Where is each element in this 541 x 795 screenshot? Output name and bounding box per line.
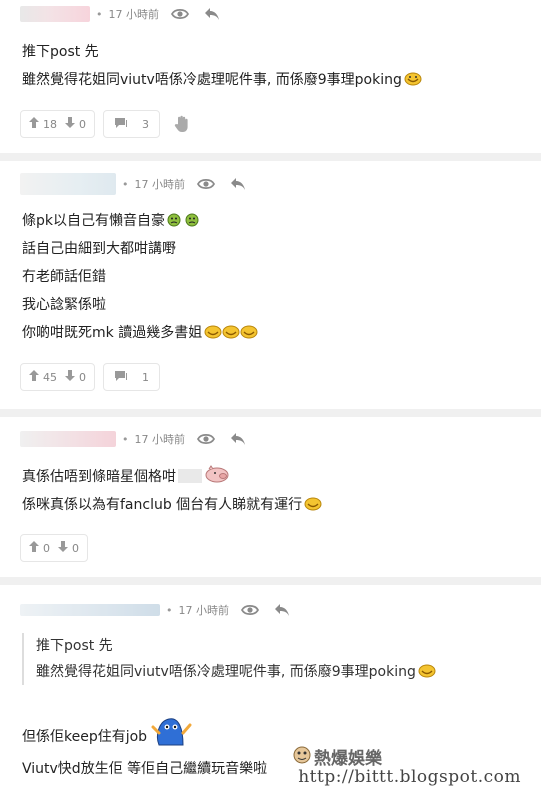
laughing-emoji-icon (222, 321, 240, 339)
separator-dot: • (122, 432, 129, 446)
downvote-count: 0 (72, 541, 79, 555)
laughing-emoji-icon (204, 321, 222, 339)
separator-dot: • (122, 177, 129, 191)
comment-line: 推下post 先 (22, 44, 99, 60)
username-blurred[interactable] (20, 604, 160, 616)
comment-line: 雖然覺得花姐同viutv唔係冷處理呢件事, 而係廢9事理poking (22, 66, 422, 94)
reply-arrow-icon[interactable] (201, 4, 223, 24)
upvote-count: 45 (43, 370, 57, 384)
laughing-emoji-icon (240, 321, 258, 339)
pig-emoji-icon (204, 465, 230, 483)
redacted-blur (178, 469, 202, 483)
emoji-icon (404, 68, 422, 86)
laughing-emoji-icon (418, 661, 436, 678)
comment-line: 真係估唔到條暗星個格咁 (22, 463, 320, 491)
eye-icon[interactable] (195, 429, 217, 449)
comment-meta: • 17 小時前 (20, 600, 293, 620)
timestamp: 17 小時前 (178, 604, 230, 617)
eye-icon[interactable] (239, 600, 261, 620)
reply-count-button[interactable]: 3 (103, 110, 160, 138)
divider (0, 153, 541, 161)
comment-meta: • 17 小時前 (20, 429, 249, 449)
reply-arrow-icon[interactable] (227, 174, 249, 194)
upvote-count: 0 (43, 541, 50, 555)
comment-actions: 45 0 1 (20, 363, 160, 391)
comment-body: 但係佢keep住有job Viutv快d放生佢 等佢自己繼續玩音樂啦 (22, 715, 267, 785)
laughing-emoji-icon (304, 493, 322, 511)
sick-emoji-icon (167, 209, 183, 227)
downvote-count: 0 (79, 370, 86, 384)
username-blurred[interactable] (20, 431, 116, 447)
username-blurred[interactable] (20, 6, 90, 22)
divider (0, 577, 541, 585)
arrow-up-icon[interactable] (29, 541, 39, 555)
quote-line: 推下post 先 (36, 638, 113, 654)
arrow-down-icon[interactable] (65, 370, 75, 384)
timestamp: 17 小時前 (134, 178, 186, 191)
vote-box: 0 0 (20, 534, 88, 562)
chat-bubble-icon (114, 117, 128, 132)
eye-icon[interactable] (195, 174, 217, 194)
comment-line: 你啲咁既死mk 讀過幾多書姐 (22, 319, 258, 347)
comment-1: • 17 小時前 推下post 先 雖然覺得花姐同viutv唔係冷處理呢件事, … (0, 0, 541, 153)
arrow-up-icon[interactable] (29, 370, 39, 384)
separator-dot: • (96, 7, 103, 21)
arrow-down-icon[interactable] (58, 541, 68, 555)
reply-arrow-icon[interactable] (271, 600, 293, 620)
reply-count: 1 (142, 370, 149, 384)
username-blurred[interactable] (20, 173, 116, 195)
watermark-url: http://bittt.blogspot.com (298, 767, 521, 787)
comment-line: 但係佢keep住有job (22, 715, 267, 753)
comment-actions: 18 0 3 (20, 110, 196, 138)
quoted-comment: 推下post 先 雖然覺得花姐同viutv唔係冷處理呢件事, 而係廢9事理pok… (22, 633, 436, 685)
sick-emoji-icon (185, 209, 201, 227)
comment-3: • 17 小時前 真係估唔到條暗星個格咁 係咪真係以為有fanclub 個台有人… (0, 417, 541, 577)
vote-box: 45 0 (20, 363, 95, 391)
blue-blob-emoji-icon (149, 715, 193, 747)
comment-meta: • 17 小時前 (20, 4, 223, 24)
eye-icon[interactable] (169, 4, 191, 24)
reply-count-button[interactable]: 1 (103, 363, 160, 391)
comment-line: 我心諗緊係啦 (22, 297, 106, 313)
upvote-count: 18 (43, 117, 57, 131)
watermark-title: 熱爆娛樂 (314, 749, 382, 769)
arrow-up-icon[interactable] (29, 117, 39, 131)
downvote-count: 0 (79, 117, 86, 131)
comment-body: 推下post 先 雖然覺得花姐同viutv唔係冷處理呢件事, 而係廢9事理pok… (22, 38, 422, 94)
comment-body: 條pk以自己有懶音自豪 話自己由細到大都咁講嘢 冇老師話佢錯 我心諗緊係啦 你啲… (22, 207, 258, 347)
arrow-down-icon[interactable] (65, 117, 75, 131)
vote-box: 18 0 (20, 110, 95, 138)
hand-icon[interactable] (168, 110, 196, 138)
timestamp: 17 小時前 (134, 433, 186, 446)
quote-line: 雖然覺得花姐同viutv唔係冷處理呢件事, 而係廢9事理poking (36, 659, 436, 685)
timestamp: 17 小時前 (108, 8, 160, 21)
reply-count: 3 (142, 117, 149, 131)
comment-line: 冇老師話佢錯 (22, 269, 106, 285)
divider (0, 409, 541, 417)
watermark-mascot-icon (292, 744, 312, 766)
comment-2: • 17 小時前 條pk以自己有懶音自豪 話自己由細到大都咁講嘢 冇老師話佢錯 … (0, 161, 541, 409)
separator-dot: • (166, 603, 173, 617)
comment-actions: 0 0 (20, 534, 88, 562)
comment-4: • 17 小時前 推下post 先 雖然覺得花姐同viutv唔係冷處理呢件事, … (0, 585, 541, 795)
comment-line: 話自己由細到大都咁講嘢 (22, 241, 176, 257)
comment-body: 真係估唔到條暗星個格咁 係咪真係以為有fanclub 個台有人睇就有運行 (22, 463, 322, 519)
reply-arrow-icon[interactable] (227, 429, 249, 449)
chat-bubble-icon (114, 370, 128, 385)
comment-meta: • 17 小時前 (20, 173, 249, 195)
comment-line: Viutv快d放生佢 等佢自己繼續玩音樂啦 (22, 761, 268, 777)
comment-line: 條pk以自己有懶音自豪 (22, 207, 256, 235)
comment-line: 係咪真係以為有fanclub 個台有人睇就有運行 (22, 491, 322, 519)
